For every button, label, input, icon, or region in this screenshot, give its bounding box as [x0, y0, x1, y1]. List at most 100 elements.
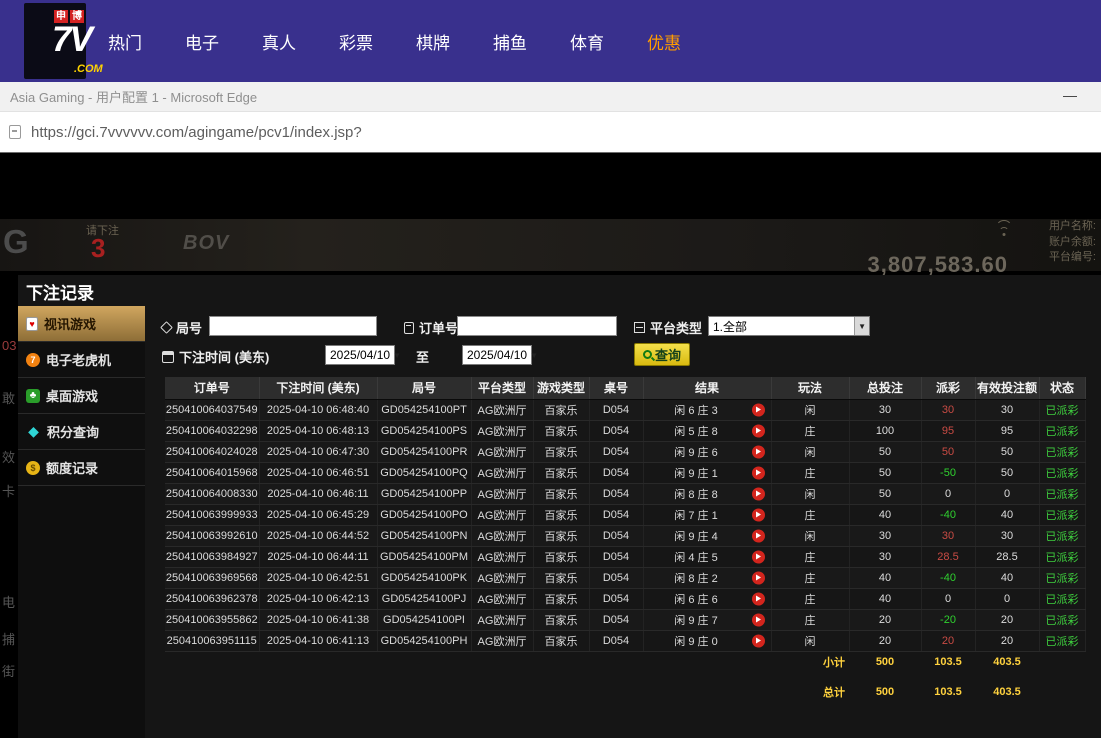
replay-icon[interactable]: [752, 571, 765, 584]
cell: 2025-04-10 06:48:40: [259, 399, 377, 420]
cell: AG欧洲厅: [471, 420, 533, 441]
cell: 庄: [771, 546, 849, 567]
status-cell: 已派彩: [1039, 525, 1085, 546]
cell: AG欧洲厅: [471, 546, 533, 567]
cell: 250410064037549: [165, 399, 259, 420]
cell: 250410063951115: [165, 630, 259, 651]
nav-item-1[interactable]: 热门: [108, 29, 142, 54]
replay-icon[interactable]: [752, 508, 765, 521]
order-number-input[interactable]: [457, 316, 617, 336]
sidebar-item-2[interactable]: 7电子老虎机: [18, 342, 145, 378]
cell: 2025-04-10 06:44:11: [259, 546, 377, 567]
search-button[interactable]: 查询: [634, 343, 690, 366]
cell: AG欧洲厅: [471, 441, 533, 462]
column-header: 下注时间 (美东): [259, 377, 377, 399]
column-header: 状态: [1039, 377, 1085, 399]
replay-icon[interactable]: [752, 466, 765, 479]
replay-icon[interactable]: [752, 487, 765, 500]
cell: 百家乐: [533, 567, 589, 588]
replay-icon[interactable]: [752, 634, 765, 647]
replay-icon[interactable]: [752, 424, 765, 437]
round-number-input[interactable]: [209, 316, 377, 336]
page-content: G 请下注 3 BOV 用户名称:账户余额:平台编号: 3,807,583.60…: [0, 153, 1101, 738]
date-to-select[interactable]: 2025/04/10 ▼: [462, 345, 532, 365]
play-triangle-icon: [756, 512, 761, 518]
table-row: 2504100639623782025-04-10 06:42:13GD0542…: [165, 588, 1085, 609]
minimize-icon[interactable]: —: [1063, 87, 1077, 103]
subtotal-row-cell: 500: [849, 651, 921, 672]
cell: 庄: [771, 462, 849, 483]
cell: 2025-04-10 06:46:11: [259, 483, 377, 504]
cell: 250410063992610: [165, 525, 259, 546]
grand-total-row: 总计500103.5403.5: [165, 681, 1085, 702]
cell: D054: [589, 588, 643, 609]
wifi-icon: [995, 223, 1013, 236]
nav-item-3[interactable]: 真人: [262, 29, 296, 54]
background-fragment: 街: [2, 661, 18, 680]
result-text: 闲 5 庄 8: [674, 426, 717, 438]
cell: 250410064008330: [165, 483, 259, 504]
replay-icon[interactable]: [752, 592, 765, 605]
asia-gaming-logo: G: [3, 223, 29, 261]
cell: D054: [589, 483, 643, 504]
cell: 250410063962378: [165, 588, 259, 609]
chevron-down-icon: ▼: [390, 351, 404, 360]
cell: 50: [849, 462, 921, 483]
cell: 100: [849, 420, 921, 441]
replay-icon[interactable]: [752, 403, 765, 416]
sidebar-item-1[interactable]: ♥视讯游戏: [18, 306, 145, 342]
sidebar-item-label: 额度记录: [46, 458, 98, 477]
cell: 250410063955862: [165, 609, 259, 630]
nav-item-2[interactable]: 电子: [185, 29, 219, 54]
cell: 250410064024028: [165, 441, 259, 462]
url-text[interactable]: https://gci.7vvvvvv.com/agingame/pcv1/in…: [31, 124, 362, 141]
payout-cell: -40: [921, 504, 975, 525]
cell: GD054254100PQ: [377, 462, 471, 483]
column-header: 有效投注额: [975, 377, 1039, 399]
platform-type-select[interactable]: 1.全部 ▼: [708, 316, 870, 336]
status-cell: 已派彩: [1039, 462, 1085, 483]
cell: 40: [975, 504, 1039, 525]
cell: 2025-04-10 06:46:51: [259, 462, 377, 483]
cell: 百家乐: [533, 399, 589, 420]
cell: GD054254100PO: [377, 504, 471, 525]
column-header: 桌号: [589, 377, 643, 399]
account-info-line: 账户余额:: [1049, 235, 1096, 251]
records-table: 订单号下注时间 (美东)局号平台类型游戏类型桌号结果玩法总投注派彩有效投注额状态…: [165, 377, 1086, 702]
play-triangle-icon: [756, 575, 761, 581]
nav-item-6[interactable]: 捕鱼: [493, 29, 527, 54]
cell: 2025-04-10 06:41:13: [259, 630, 377, 651]
cell: 闲: [771, 630, 849, 651]
cell: 闲: [771, 483, 849, 504]
result-cell: 闲 7 庄 1: [643, 504, 771, 525]
replay-icon[interactable]: [752, 550, 765, 563]
status-cell: 已派彩: [1039, 399, 1085, 420]
nav-item-5[interactable]: 棋牌: [416, 29, 450, 54]
date-from-select[interactable]: 2025/04/10 ▼: [325, 345, 395, 365]
cell: 20: [849, 630, 921, 651]
replay-icon[interactable]: [752, 445, 765, 458]
result-text: 闲 8 庄 2: [674, 573, 717, 585]
cell: 30: [849, 546, 921, 567]
sidebar-item-4[interactable]: ◆积分查询: [18, 414, 145, 450]
brand-suffix: .COM: [74, 63, 103, 75]
nav-item-4[interactable]: 彩票: [339, 29, 373, 54]
cell: 百家乐: [533, 630, 589, 651]
chevron-down-icon: ▼: [854, 317, 869, 335]
cell: GD054254100PS: [377, 420, 471, 441]
replay-icon[interactable]: [752, 529, 765, 542]
nav-item-8[interactable]: 优惠: [647, 29, 681, 54]
nav-item-7[interactable]: 体育: [570, 29, 604, 54]
account-info: 用户名称:账户余额:平台编号:: [1049, 219, 1096, 266]
sidebar-item-5[interactable]: $额度记录: [18, 450, 145, 486]
sidebar-item-3[interactable]: ♣桌面游戏: [18, 378, 145, 414]
result-cell: 闲 4 庄 5: [643, 546, 771, 567]
play-triangle-icon: [756, 407, 761, 413]
cell: 250410064032298: [165, 420, 259, 441]
cell: D054: [589, 630, 643, 651]
cell: 50: [849, 441, 921, 462]
replay-icon[interactable]: [752, 613, 765, 626]
brand-logo[interactable]: 申 博 7V .COM: [24, 3, 86, 79]
payout-cell: 0: [921, 483, 975, 504]
column-header: 游戏类型: [533, 377, 589, 399]
